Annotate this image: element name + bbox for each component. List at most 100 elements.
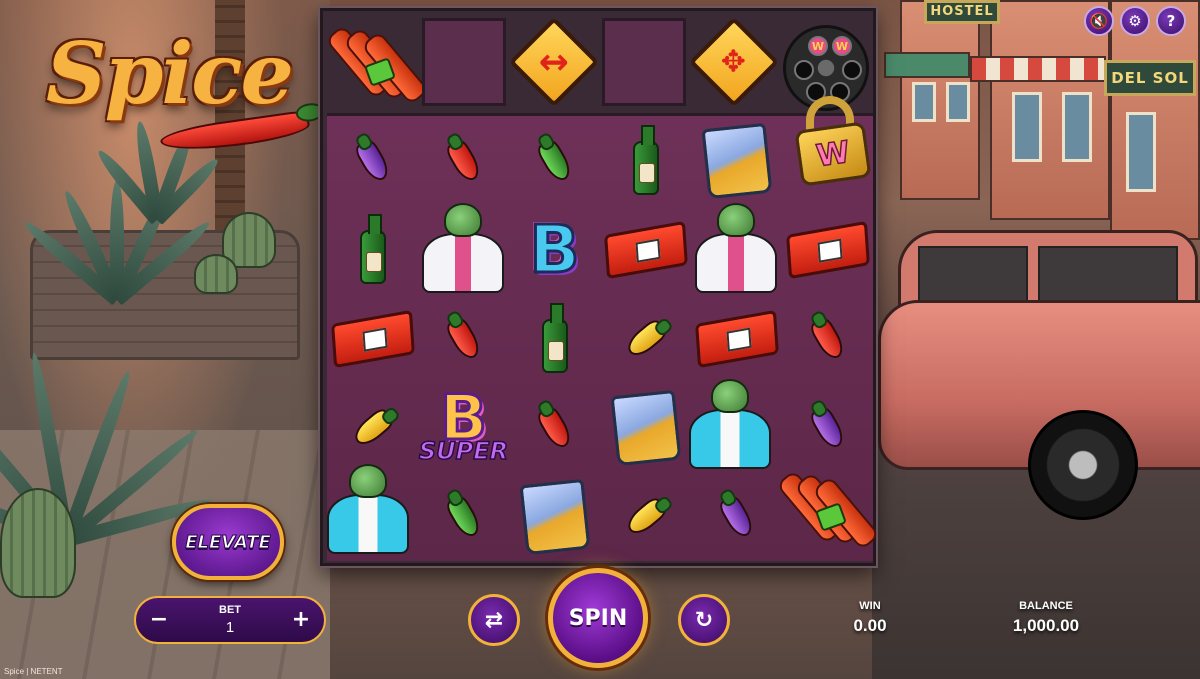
grid-cell [327,205,418,294]
turbo-button[interactable]: ⇄ [468,594,520,646]
balance-label: BALANCE [1019,600,1073,612]
green-pepper-icon [534,136,575,185]
yellow-pepper-icon [622,494,669,539]
top-reel-cell: ✥ [688,16,780,108]
grid-cell [418,116,509,205]
grid-cell [327,464,418,561]
grid-cell [600,205,691,294]
grid-cell [327,116,418,205]
hostel-sign: HOSTEL [924,0,1000,24]
grid-cell [691,203,783,294]
striped-awning [970,56,1106,82]
bet-increase-button[interactable]: + [286,606,316,636]
purple-pepper-icon [352,136,393,185]
barrel-cactus [194,254,238,294]
settings-icon[interactable]: ⚙ [1120,6,1150,36]
green-awning [884,52,970,78]
red-brick-icon [785,220,870,279]
grid-cell [689,379,782,472]
turbo-icon: ⇄ [484,607,504,633]
grid-cell [691,116,782,205]
top-reel-cell-empty [422,18,506,106]
grid-cell [418,294,509,383]
grid-cell [775,469,881,561]
grid-cell [782,383,873,472]
blue-shirt-turtle-icon [681,375,777,471]
grid-cell [782,205,873,294]
red-pepper-icon [443,136,484,185]
gold-bag-icon [701,122,772,199]
game-logo: Spice [40,18,312,158]
grid-cell [691,472,782,561]
win-display: WIN 0.00 [830,600,910,636]
red-pepper-icon [807,314,848,363]
arrow-horizontal-icon: ↔ [508,16,600,108]
elevate-button[interactable]: ELEVATE [172,504,284,580]
autoplay-button[interactable]: ↻ [678,594,730,646]
red-pepper-icon [534,403,575,452]
white-suit-turtle-icon [414,199,510,295]
balance-value: 1,000.00 [1012,616,1080,635]
sound-icon[interactable]: 🔇 [1084,6,1114,36]
reel-grid: W B B SUPER [327,96,881,561]
balance-display: BALANCE 1,000.00 [996,600,1096,636]
grid-cell [691,294,782,383]
elevate-label: ELEVATE [185,531,272,553]
green-pepper-icon [443,492,484,541]
top-reel-cell-empty [602,18,686,106]
arrow-four-way-icon: ✥ [688,16,780,108]
grid-cell [418,472,509,561]
grid-cell [509,472,600,561]
spin-label: SPIN [568,605,628,631]
reel-frame: ↔ ✥ W W W B B SUPER [320,8,881,566]
gold-bag-icon [519,478,590,555]
top-toolbar: 🔇 ⚙ ? [1084,6,1186,36]
barrel-cactus-large [0,488,76,598]
top-reel-cell [324,18,430,106]
grid-cell [327,294,418,383]
top-reel-cell: W W [782,18,869,111]
grid-cell [600,294,691,383]
grid-cell: W [782,96,873,205]
grid-cell [327,383,418,472]
purple-pepper-icon [807,403,848,452]
red-brick-icon [603,220,688,279]
grid-cell: B [509,205,600,294]
grid-cell [600,472,691,561]
blue-shirt-turtle-icon [319,460,415,556]
super-b-label: SUPER [418,437,509,467]
help-icon[interactable]: ? [1156,6,1186,36]
grid-cell [600,116,691,205]
hot-sauce-bottle-icon [632,124,659,195]
win-value: 0.00 [853,616,887,635]
grid-cell [509,294,600,383]
dynamite-icon [324,21,430,106]
grid-cell [509,383,600,472]
del-sol-sign: DEL SOL [1104,60,1196,96]
yellow-pepper-icon [349,405,396,450]
top-reel-cell: ↔ [508,16,600,108]
bet-control: − BET 1 + [134,596,326,644]
pink-muscle-car [878,220,1200,520]
red-pepper-icon [443,314,484,363]
del-sol-building [1110,0,1200,240]
white-suit-turtle-icon [687,199,783,295]
purple-pepper-icon [716,492,757,541]
footer-credit: Spice | NETENT [4,667,63,676]
spin-button[interactable]: SPIN [548,568,648,668]
top-reel: ↔ ✥ W W [324,15,869,111]
wild-lock-icon: W [794,96,872,187]
hostel-building [900,0,980,200]
dynamite-icon [775,466,881,551]
bonus-b-icon: B [528,210,581,288]
grid-cell [509,116,600,205]
hot-sauce-bottle-icon [359,213,386,284]
gold-bag-icon [610,389,681,466]
grid-cell [418,203,510,294]
hot-sauce-bottle-icon [541,302,568,373]
grid-cell: B SUPER [418,383,509,472]
super-b-icon: B SUPER [418,385,509,467]
yellow-pepper-icon [622,316,669,361]
red-brick-icon [694,309,779,368]
grid-cell [782,294,873,383]
